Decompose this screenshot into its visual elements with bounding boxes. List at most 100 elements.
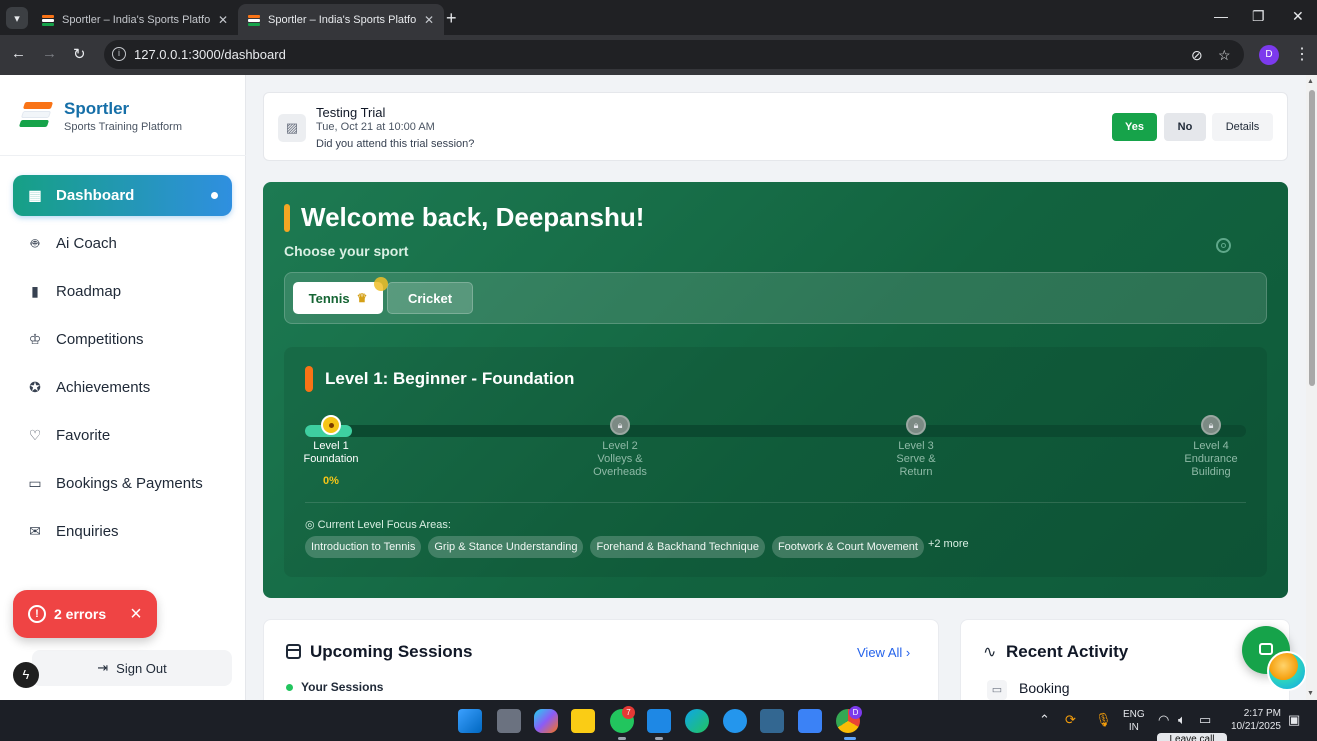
sidebar-item-label: Achievements bbox=[56, 379, 151, 396]
sidebar-item-competitions[interactable]: ♔ Competitions bbox=[13, 319, 232, 360]
notifications-icon[interactable]: ▣ bbox=[1288, 712, 1300, 728]
reload-icon[interactable]: ↻ bbox=[73, 45, 86, 63]
trial-yes-button[interactable]: Yes bbox=[1112, 113, 1157, 141]
system-clock[interactable]: 2:17 PM 10/21/2025 bbox=[1226, 707, 1281, 733]
running-indicator bbox=[655, 737, 663, 740]
choose-sport-label: Choose your sport bbox=[284, 243, 409, 259]
lock-icon: 🔒︎ bbox=[1201, 415, 1221, 435]
trial-details-button[interactable]: Details bbox=[1212, 113, 1273, 141]
copilot-icon[interactable] bbox=[534, 709, 558, 733]
restore-icon[interactable]: ❐ bbox=[1252, 8, 1265, 25]
page-viewport: Sportler Sports Training Platform ▦ Dash… bbox=[0, 75, 1317, 700]
file-explorer-icon[interactable] bbox=[571, 709, 595, 733]
upcoming-sessions-card: Upcoming Sessions View All › Your Sessio… bbox=[263, 619, 939, 700]
recent-activity-card: ∿ Recent Activity ▭ Booking bbox=[960, 619, 1290, 700]
windows-start-icon[interactable] bbox=[458, 709, 482, 733]
browser-tab-active[interactable]: Sportler – India's Sports Platform ✕ bbox=[238, 4, 445, 35]
address-url[interactable]: 127.0.0.1:3000/dashboard bbox=[134, 47, 286, 62]
sidebar-item-ai-coach[interactable]: 🤖︎ Ai Coach bbox=[13, 223, 232, 264]
trial-attendance-card: ▨ Testing Trial Tue, Oct 21 at 10:00 AM … bbox=[263, 92, 1288, 161]
tab-close-icon[interactable]: ✕ bbox=[424, 13, 434, 27]
minimize-icon[interactable]: — bbox=[1214, 8, 1228, 24]
sync-icon[interactable]: ⟳ bbox=[1065, 712, 1076, 728]
tab-search-button[interactable]: ▾ bbox=[6, 7, 28, 29]
forward-arrow-icon[interactable]: → bbox=[42, 45, 57, 62]
focus-area-chip: Forehand & Backhand Technique bbox=[590, 536, 765, 558]
new-tab-plus-icon[interactable]: + bbox=[446, 8, 457, 29]
microphone-icon[interactable]: 🎙︎ bbox=[1095, 712, 1112, 728]
tray-overflow-chevron-icon[interactable]: ⌃ bbox=[1039, 712, 1050, 728]
focus-area-chip: Grip & Stance Understanding bbox=[428, 536, 584, 558]
sport-tab-tennis[interactable]: Tennis ♛ bbox=[293, 282, 383, 314]
sidebar-item-roadmap[interactable]: ▮ Roadmap bbox=[13, 271, 232, 312]
your-sessions-heading: Your Sessions bbox=[286, 680, 383, 694]
level-accent-bar bbox=[305, 366, 313, 392]
level-desc: Volleys & bbox=[597, 453, 643, 465]
sign-out-button[interactable]: ⇥ Sign Out bbox=[32, 650, 232, 686]
sidebar-item-label: Ai Coach bbox=[56, 235, 117, 252]
welcome-heading: Welcome back, Deepanshu! bbox=[301, 202, 645, 232]
level-desc: Overheads bbox=[593, 466, 647, 478]
assistant-avatar[interactable] bbox=[1267, 651, 1307, 691]
level-1-progress: 0% bbox=[323, 475, 339, 487]
clock-time: 2:17 PM bbox=[1243, 708, 1281, 719]
input-language[interactable]: ENG IN bbox=[1123, 708, 1145, 734]
errors-toast[interactable]: ! 2 errors × bbox=[13, 590, 157, 638]
site-info-icon[interactable]: i bbox=[112, 47, 126, 61]
activity-item[interactable]: Booking bbox=[1019, 680, 1070, 696]
sportler-favicon-icon bbox=[42, 14, 54, 26]
errors-close-icon[interactable]: × bbox=[130, 604, 142, 624]
level-desc: Foundation bbox=[303, 453, 359, 465]
browser-menu-icon[interactable]: ⋮ bbox=[1294, 44, 1310, 64]
sidebar-item-achievements[interactable]: ✪ Achievements bbox=[13, 367, 232, 408]
dev-tools-bolt-icon[interactable]: ϟ bbox=[13, 662, 39, 688]
active-indicator bbox=[844, 737, 856, 740]
wifi-icon[interactable]: ◠ bbox=[1158, 712, 1169, 728]
bar-chart-icon: ▮ bbox=[31, 283, 39, 299]
docker-icon[interactable] bbox=[723, 709, 747, 733]
volume-icon[interactable]: 🔈︎ bbox=[1178, 712, 1186, 728]
eye-off-icon[interactable]: ⊘ bbox=[1191, 47, 1203, 64]
sport-tab-cricket[interactable]: Cricket bbox=[387, 282, 473, 314]
focus-areas-more-link[interactable]: +2 more bbox=[928, 538, 969, 550]
bookmark-star-icon[interactable]: ☆ bbox=[1218, 47, 1231, 64]
sidebar-item-favorite[interactable]: ♡ Favorite bbox=[13, 415, 232, 456]
click-highlight-indicator bbox=[374, 277, 388, 291]
vscode-icon[interactable] bbox=[647, 709, 671, 733]
level-1-label: Level 1 Foundation bbox=[276, 440, 386, 466]
sidebar-item-label: Enquiries bbox=[56, 523, 119, 540]
view-all-link[interactable]: View All › bbox=[857, 645, 910, 660]
scroll-up-icon[interactable]: ▲ bbox=[1307, 78, 1314, 85]
postgres-icon[interactable] bbox=[760, 709, 784, 733]
scroll-down-icon[interactable]: ▼ bbox=[1307, 690, 1314, 697]
leave-call-tooltip[interactable]: Leave call bbox=[1157, 733, 1227, 741]
battery-icon[interactable]: ▭ bbox=[1199, 712, 1211, 728]
level-1-marker[interactable] bbox=[321, 415, 341, 435]
view-all-label: View All bbox=[857, 645, 903, 660]
status-dot bbox=[286, 683, 293, 691]
profile-avatar[interactable]: D bbox=[1259, 45, 1279, 65]
focus-areas-heading: ◎ Current Level Focus Areas: bbox=[305, 519, 451, 531]
window-close-icon[interactable]: ✕ bbox=[1292, 8, 1304, 25]
back-arrow-icon[interactable]: ← bbox=[11, 45, 26, 62]
address-bar[interactable]: i 127.0.0.1:3000/dashboard ⊘ ☆ bbox=[104, 40, 1244, 69]
sidebar-item-bookings-payments[interactable]: ▭ Bookings & Payments bbox=[13, 463, 232, 504]
chat-bubble-icon bbox=[1259, 643, 1273, 655]
browser-tab[interactable]: Sportler – India's Sports Platform ✕ bbox=[32, 4, 238, 35]
trial-no-button[interactable]: No bbox=[1164, 113, 1206, 141]
sidebar-item-dashboard[interactable]: ▦ Dashboard bbox=[13, 175, 232, 216]
sidebar: Sportler Sports Training Platform ▦ Dash… bbox=[0, 75, 246, 700]
notepad-icon[interactable] bbox=[798, 709, 822, 733]
task-view-icon[interactable] bbox=[497, 709, 521, 733]
brand-name: Sportler bbox=[64, 99, 130, 118]
tab-close-icon[interactable]: ✕ bbox=[218, 13, 228, 27]
sidebar-item-enquiries[interactable]: ✉ Enquiries bbox=[13, 511, 232, 552]
edge-icon[interactable] bbox=[685, 709, 709, 733]
scrollbar-thumb[interactable] bbox=[1309, 90, 1315, 386]
level-name: Level 2 bbox=[602, 440, 638, 452]
level-name: Level 4 bbox=[1193, 440, 1229, 452]
mail-icon: ✉ bbox=[29, 523, 41, 539]
trial-title: Testing Trial bbox=[316, 105, 386, 120]
hero-accent-bar bbox=[284, 204, 290, 232]
error-alert-icon: ! bbox=[28, 605, 46, 623]
